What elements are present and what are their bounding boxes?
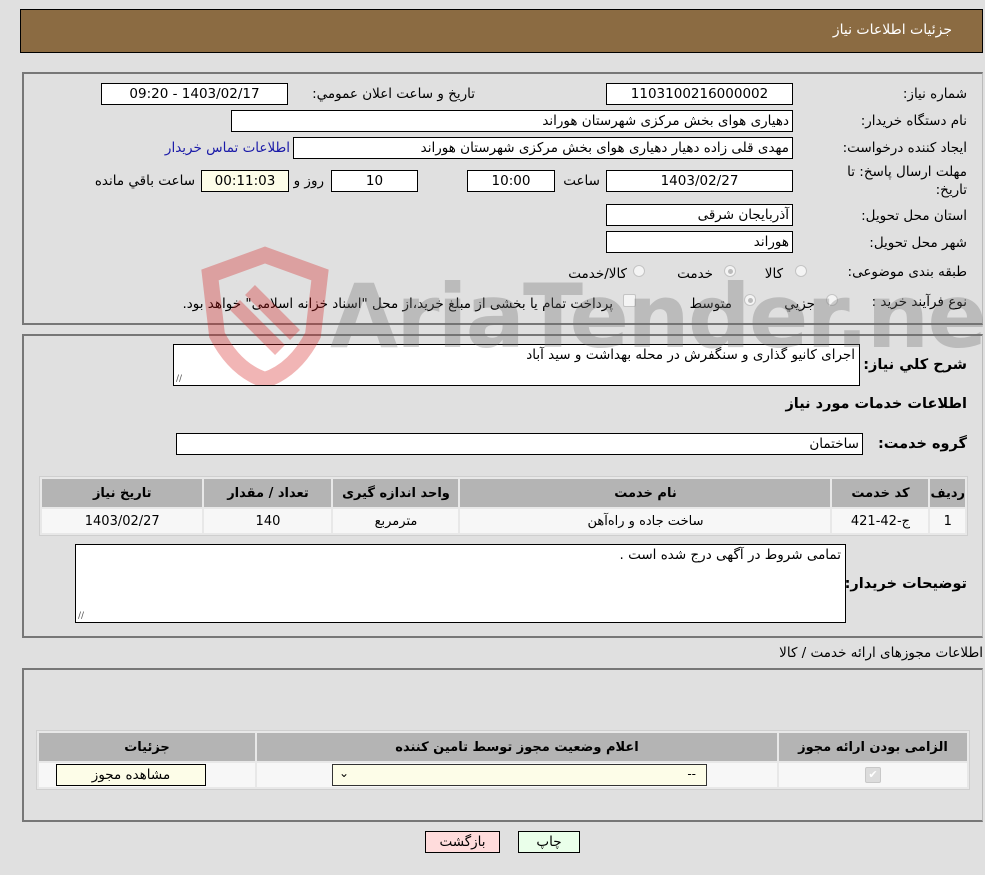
treasury-checkbox[interactable]	[623, 294, 636, 307]
col-service-name: نام خدمت	[460, 479, 831, 507]
permits-table: الزامی بودن ارائه مجوز اعلام وضعیت مجوز …	[36, 730, 970, 790]
col-permit-status: اعلام وضعیت مجوز توسط تامین کننده	[257, 733, 777, 761]
province-label: استان محل تحویل:	[861, 208, 967, 224]
print-button[interactable]: چاپ	[518, 831, 580, 853]
creator-field: مهدی قلی زاده دهیار دهیاری هوای بخش مرکز…	[293, 137, 793, 159]
category-radio-goods[interactable]	[795, 265, 807, 277]
page-header: جزئیات اطلاعات نیاز	[20, 9, 983, 53]
category-radio-service[interactable]	[724, 265, 736, 277]
cell-permit-details: مشاهده مجوز	[39, 763, 255, 787]
need-number-field: 1103100216000002	[606, 83, 793, 105]
province-field: آذربایجان شرقی	[606, 204, 793, 226]
deadline-date-field: 1403/02/27	[606, 170, 793, 192]
cell-need-date: 1403/02/27	[42, 509, 203, 533]
process-label: نوع فرآیند خرید :	[871, 294, 967, 310]
deadline-label-2: تاریخ:	[935, 182, 967, 198]
table-row: 1 ج-42-421 ساخت جاده و راه‌آهن مترمربع 1…	[42, 509, 965, 533]
buyer-org-label: نام دستگاه خریدار:	[860, 113, 967, 129]
category-option-goods: کالا	[764, 266, 783, 282]
table-row: ✔ -- ⌄ مشاهده مجوز	[39, 763, 967, 787]
cell-row: 1	[930, 509, 965, 533]
resize-grip-icon[interactable]: ∕∕	[176, 375, 182, 384]
service-group-field: ساختمان	[176, 433, 863, 455]
cell-service-code: ج-42-421	[832, 509, 929, 533]
col-permit-details: جزئیات	[39, 733, 255, 761]
description-text: اجرای کانیو گذاری و سنگفرش در محله بهداش…	[526, 347, 855, 363]
cell-permit-status: -- ⌄	[257, 763, 777, 787]
deadline-time-field: 10:00	[467, 170, 555, 192]
process-radio-medium[interactable]	[744, 294, 756, 306]
treasury-note: پرداخت تمام یا بخشی از مبلغ خرید،از محل …	[182, 296, 613, 312]
permit-status-value: --	[687, 767, 696, 781]
view-permit-button[interactable]: مشاهده مجوز	[56, 764, 206, 786]
announce-date-field: 1403/02/17 - 09:20	[101, 83, 288, 105]
cell-unit: مترمربع	[333, 509, 459, 533]
city-field: هوراند	[606, 231, 793, 253]
col-row: ردیف	[930, 479, 965, 507]
permits-table-header: الزامی بودن ارائه مجوز اعلام وضعیت مجوز …	[39, 733, 967, 761]
col-permit-required: الزامی بودن ارائه مجوز	[779, 733, 967, 761]
category-label: طبقه بندی موضوعی:	[847, 264, 967, 280]
col-unit: واحد اندازه گیری	[333, 479, 459, 507]
chevron-down-icon: ⌄	[339, 766, 350, 780]
process-option-medium: متوسط	[689, 296, 732, 312]
col-quantity: تعداد / مقدار	[204, 479, 332, 507]
buyer-org-field: دهیاری هوای بخش مرکزی شهرستان هوراند	[231, 110, 793, 132]
category-option-service: خدمت	[677, 266, 713, 282]
permits-heading: اطلاعات مجوزهای ارائه خدمت / کالا	[779, 645, 983, 661]
buyer-notes-textarea[interactable]: تمامی شروط در آگهی درج شده است . ∕∕	[75, 544, 846, 623]
cell-permit-required: ✔	[779, 763, 967, 787]
creator-label: ایجاد کننده درخواست:	[842, 140, 967, 156]
buyer-contact-link[interactable]: اطلاعات تماس خریدار	[165, 140, 290, 156]
permit-status-select[interactable]: -- ⌄	[332, 764, 707, 786]
category-option-goods-service: کالا/خدمت	[568, 266, 627, 282]
buyer-notes-text: تمامی شروط در آگهی درج شده است .	[619, 547, 841, 563]
remaining-time-field: 00:11:03	[201, 170, 289, 192]
deadline-label: مهلت ارسال پاسخ: تا	[847, 164, 967, 180]
back-button[interactable]: بازگشت	[425, 831, 500, 853]
services-heading: اطلاعات خدمات مورد نیاز	[785, 396, 967, 412]
services-table: ردیف کد خدمت نام خدمت واحد اندازه گیری ت…	[39, 476, 968, 536]
description-textarea[interactable]: اجرای کانیو گذاری و سنگفرش در محله بهداش…	[173, 344, 860, 386]
buyer-notes-label: توضیحات خریدار:	[844, 576, 967, 592]
cell-quantity: 140	[204, 509, 332, 533]
remaining-label: ساعت باقي مانده	[94, 173, 195, 189]
description-label: شرح کلي نیاز:	[863, 357, 967, 373]
time-label: ساعت	[563, 173, 600, 189]
col-need-date: تاریخ نیاز	[42, 479, 203, 507]
need-number-label: شماره نیاز:	[902, 86, 967, 102]
permit-required-checkbox[interactable]: ✔	[865, 767, 881, 783]
services-table-header: ردیف کد خدمت نام خدمت واحد اندازه گیری ت…	[42, 479, 965, 507]
process-radio-minor[interactable]	[826, 294, 838, 306]
service-group-label: گروه خدمت:	[877, 436, 967, 452]
category-radio-goods-service[interactable]	[633, 265, 645, 277]
days-field: 10	[331, 170, 418, 192]
cell-service-name: ساخت جاده و راه‌آهن	[460, 509, 831, 533]
page-title: جزئیات اطلاعات نیاز	[832, 22, 952, 38]
col-service-code: کد خدمت	[832, 479, 929, 507]
city-label: شهر محل تحویل:	[869, 235, 967, 251]
resize-grip-icon[interactable]: ∕∕	[78, 612, 84, 621]
process-option-minor: جزیي	[784, 296, 815, 312]
days-label: روز و	[293, 173, 324, 189]
announce-label: تاریخ و ساعت اعلان عمومي:	[312, 86, 475, 102]
